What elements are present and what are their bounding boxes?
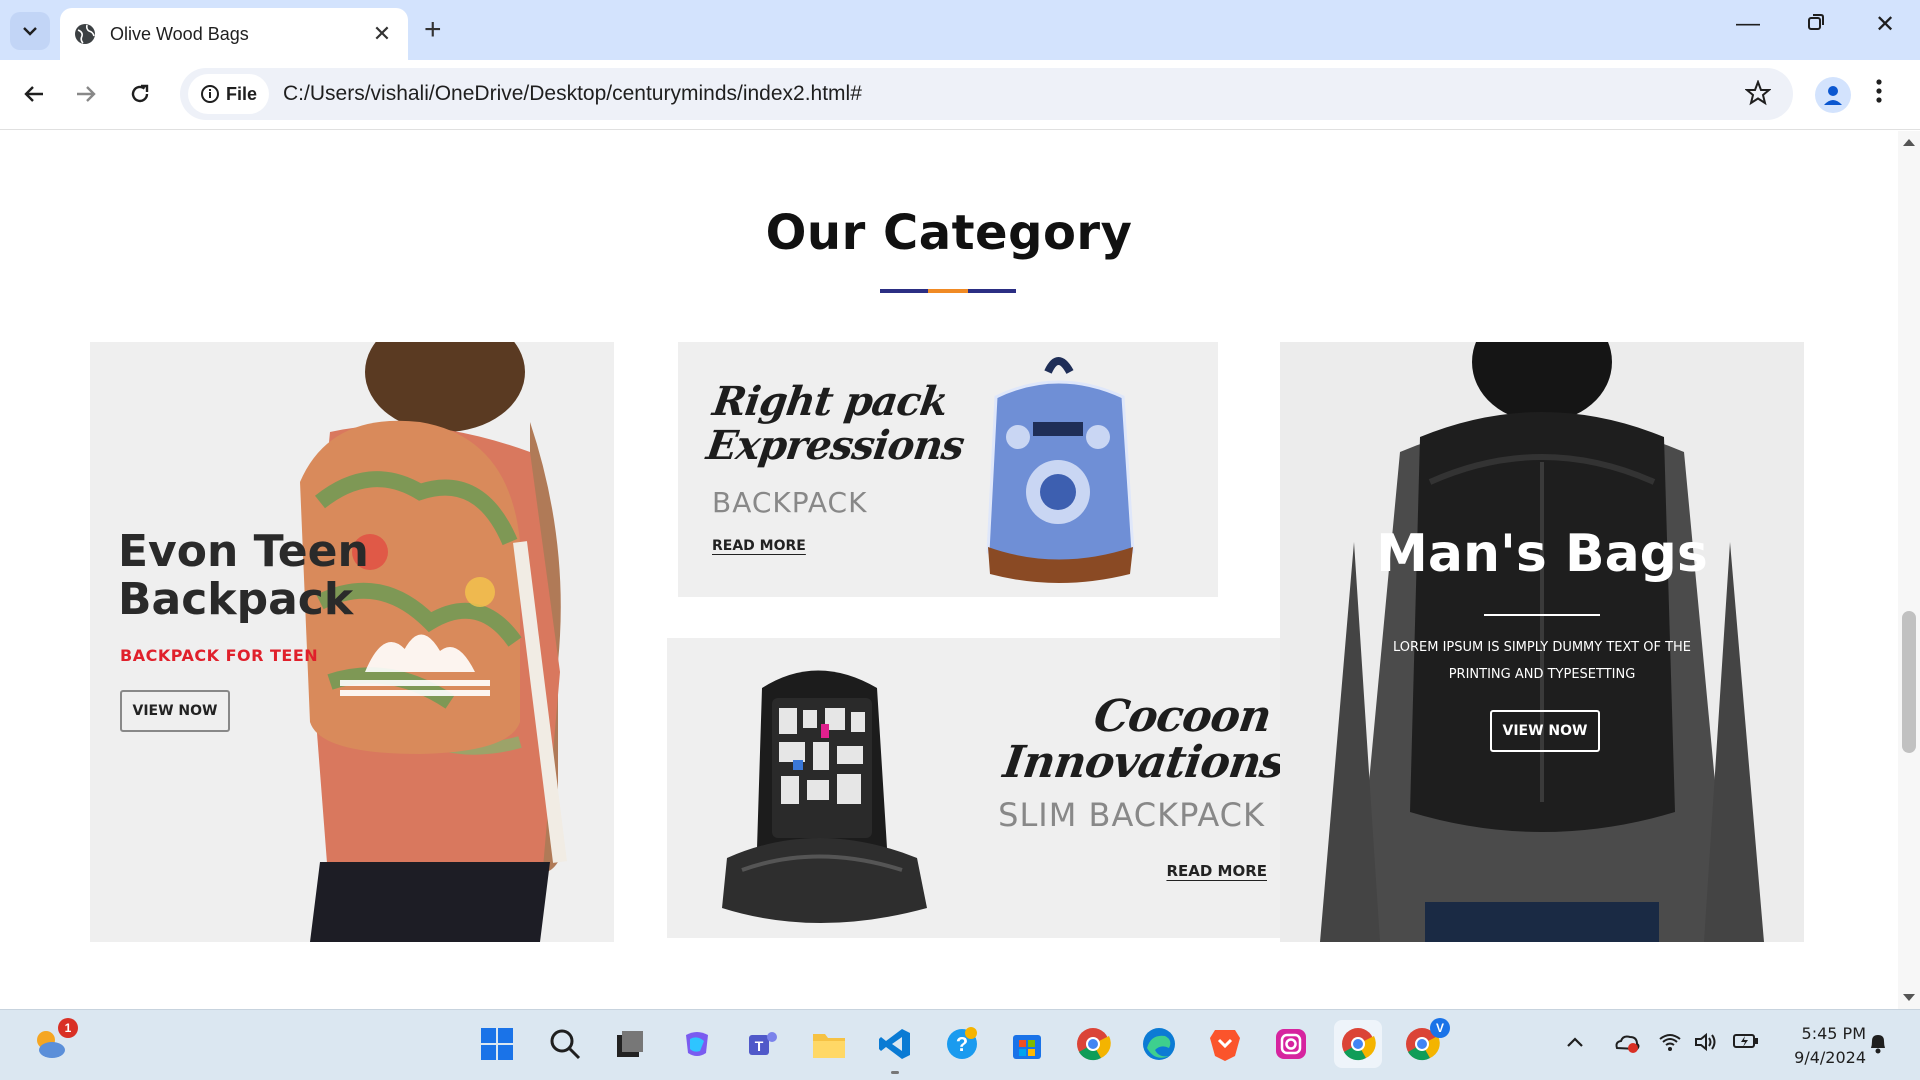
reload-icon[interactable] [122,76,158,112]
windows-taskbar: 1 T ? V 5:45 PM 9/4/2024 [0,1009,1920,1080]
scroll-down-arrow-icon[interactable] [1903,994,1915,1001]
chrome-profile-icon[interactable]: V [1402,1018,1450,1064]
view-now-button[interactable]: VIEW NOW [1490,710,1600,752]
wifi-icon[interactable] [1658,1032,1682,1057]
minimize-icon[interactable]: — [1728,10,1768,38]
store-icon[interactable] [1007,1024,1047,1064]
chevron-up-icon[interactable] [1566,1032,1584,1053]
vscode-icon[interactable] [875,1024,915,1074]
start-icon[interactable] [477,1024,517,1064]
edge-icon[interactable] [1139,1024,1179,1064]
file-explorer-icon[interactable] [809,1024,849,1064]
info-icon [201,85,219,103]
card-title: Evon Teen Backpack [118,526,369,625]
read-more-link[interactable]: READ MORE [1166,862,1267,880]
site-info-chip[interactable]: File [188,74,270,114]
tab-title: Olive Wood Bags [110,23,249,44]
address-bar[interactable]: File C:/Users/vishali/OneDrive/Desktop/c… [180,68,1793,120]
tab-search-button[interactable] [10,12,50,50]
svg-text:T: T [755,1038,764,1054]
card-subtitle: SLIM BACKPACK [998,796,1265,834]
task-view-icon[interactable] [610,1024,650,1064]
category-card-rightpack[interactable]: Right pack Expressions BACKPACK READ MOR… [678,342,1218,597]
restore-icon[interactable] [1796,10,1836,38]
read-more-link[interactable]: READ MORE [712,538,806,554]
profile-avatar[interactable] [1815,77,1851,113]
chevron-down-icon [23,27,37,36]
weather-icon[interactable]: 1 [30,1018,78,1064]
chrome-active-icon[interactable] [1334,1020,1382,1068]
notification-badge: 1 [58,1018,78,1038]
svg-text:?: ? [956,1034,968,1056]
profile-badge: V [1430,1018,1450,1038]
notification-bell-icon[interactable] [1868,1032,1888,1059]
onedrive-error-icon[interactable] [1613,1032,1641,1059]
card-title: Cocoon Innovations [1000,691,1281,788]
url-text[interactable]: C:/Users/vishali/OneDrive/Desktop/centur… [283,82,862,106]
copilot-icon[interactable] [677,1024,717,1064]
help-icon[interactable]: ? [942,1024,982,1064]
page-viewport: Our Category Evon Teen Backpack BACKPACK… [0,131,1898,1009]
card-title: Man's Bags [1376,524,1708,584]
url-scheme-label: File [226,83,258,104]
volume-icon[interactable] [1694,1032,1718,1057]
forward-arrow-icon[interactable] [68,76,104,112]
back-arrow-icon[interactable] [16,76,52,112]
search-icon[interactable] [545,1024,585,1064]
battery-icon[interactable] [1733,1032,1759,1055]
scroll-thumb[interactable] [1902,611,1916,753]
category-card-teen[interactable]: Evon Teen Backpack BACKPACK FOR TEEN VIE… [90,342,614,942]
menu-kebab-icon[interactable] [1876,78,1882,109]
person-icon [1824,86,1842,105]
category-card-mens[interactable]: Man's Bags LOREM IPSUM IS SIMPLY DUMMY T… [1280,342,1804,942]
category-card-cocoon[interactable]: Cocoon Innovations SLIM BACKPACK READ MO… [667,638,1281,938]
view-now-button[interactable]: VIEW NOW [120,690,230,732]
globe-icon [75,24,95,44]
scroll-up-arrow-icon[interactable] [1903,139,1915,146]
title-underline [880,289,1016,293]
new-tab-button[interactable]: + [424,14,442,46]
card-subtitle: BACKPACK FOR TEEN [120,646,319,665]
clock-time: 5:45 PM [1801,1024,1866,1043]
chrome-icon[interactable] [1073,1024,1113,1064]
system-clock[interactable]: 5:45 PM 9/4/2024 [1776,1022,1866,1070]
active-tab[interactable]: Olive Wood Bags ✕ [60,8,408,60]
bookmark-star-icon[interactable] [1745,80,1771,106]
card-description: LOREM IPSUM IS SIMPLY DUMMY TEXT OF THE … [1392,640,1692,682]
page-scrollbar[interactable] [1898,131,1920,1009]
teams-icon[interactable]: T [743,1024,783,1064]
instagram-icon[interactable] [1271,1024,1311,1064]
browser-toolbar: File C:/Users/vishali/OneDrive/Desktop/c… [0,60,1920,130]
teen-backpack-photo [300,342,567,942]
brave-icon[interactable] [1205,1024,1245,1064]
organizer-backpack-photo [722,670,927,923]
title-divider [1484,614,1600,616]
window-close-icon[interactable]: ✕ [1865,10,1905,39]
browser-tab-bar: Olive Wood Bags ✕ + — ✕ [0,0,1920,60]
card-subtitle: BACKPACK [712,486,868,519]
tab-close-icon[interactable]: ✕ [370,21,394,47]
clock-date: 9/4/2024 [1794,1048,1866,1067]
card-title: Right pack Expressions [703,378,967,469]
section-title: Our Category [765,205,1133,261]
